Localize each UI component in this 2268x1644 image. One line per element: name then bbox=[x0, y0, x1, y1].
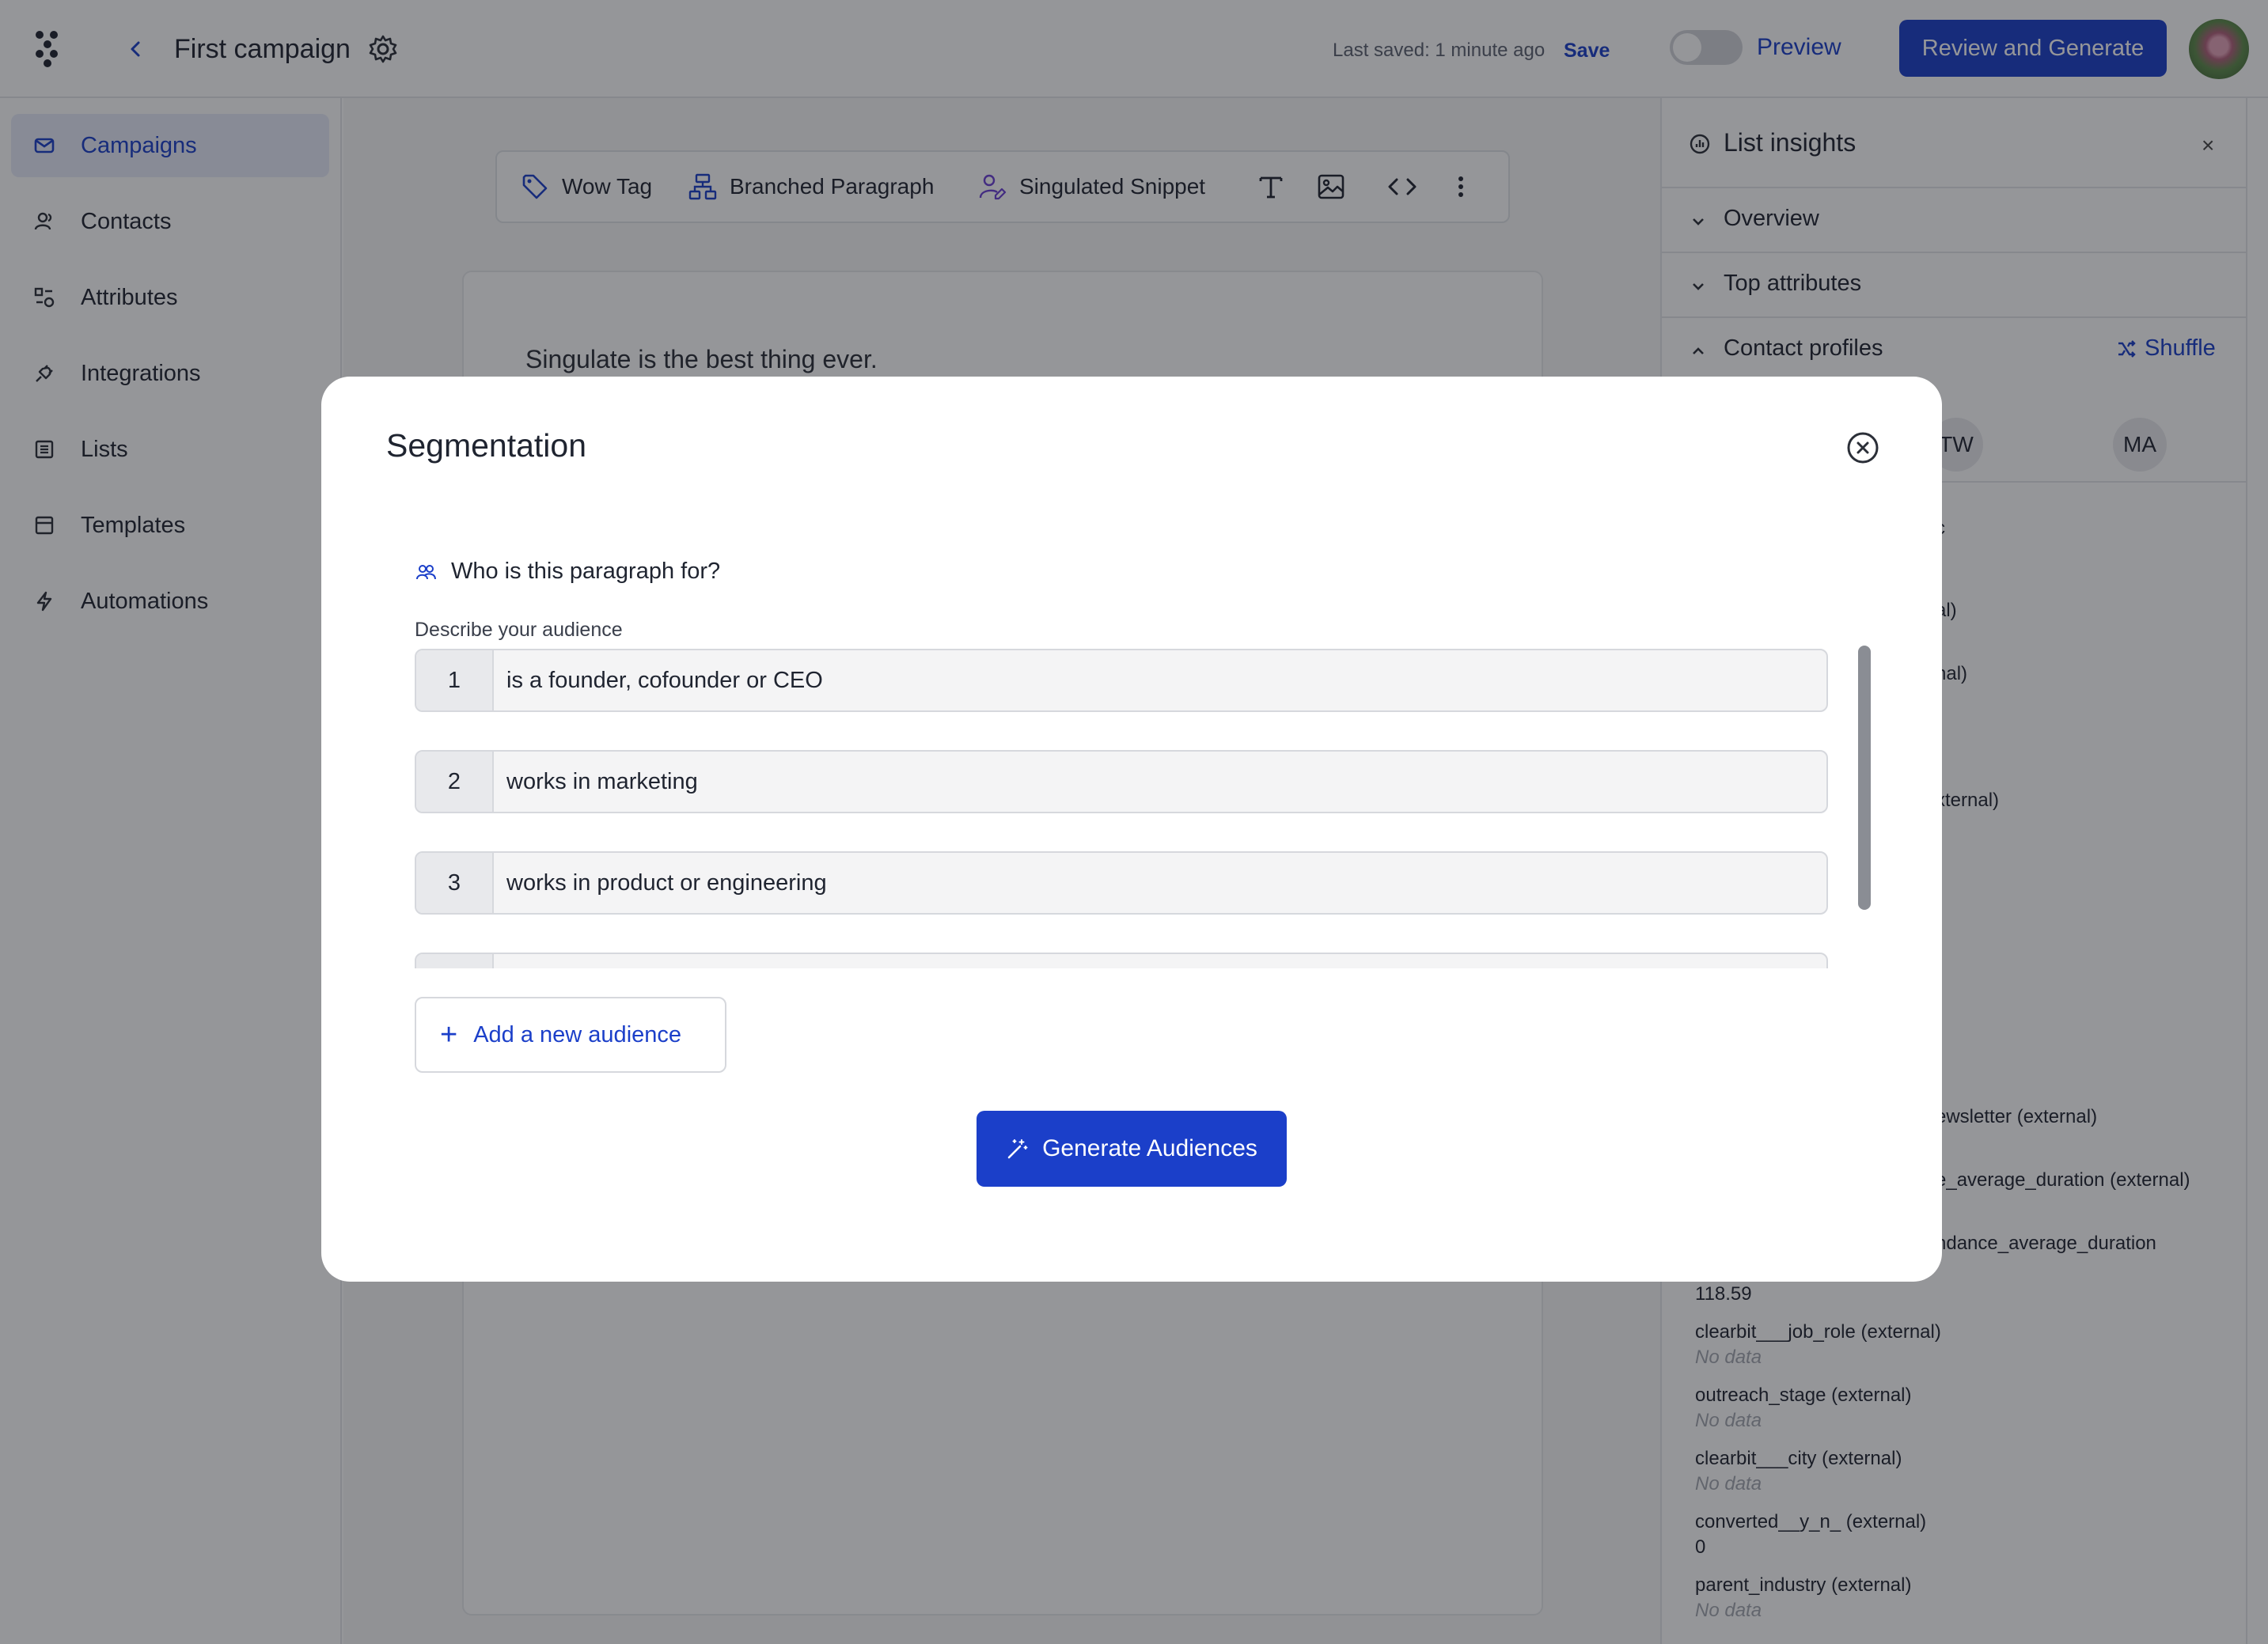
segmentation-modal: Segmentation Who is this paragraph for? … bbox=[321, 377, 1942, 1282]
audience-list: 1 is a founder, cofounder or CEO 2 works… bbox=[415, 649, 1828, 968]
generate-audiences-label: Generate Audiences bbox=[1042, 1135, 1257, 1161]
audience-list-scrollbar[interactable] bbox=[1858, 646, 1871, 910]
audience-text[interactable]: works in product or engineering bbox=[506, 870, 827, 896]
generate-audiences-button[interactable]: Generate Audiences bbox=[977, 1111, 1287, 1187]
magic-wand-icon bbox=[1007, 1139, 1028, 1159]
audience-number: 3 bbox=[416, 853, 494, 913]
audience-row[interactable]: 3 works in product or engineering bbox=[415, 851, 1828, 915]
audience-number: 1 bbox=[416, 650, 494, 710]
describe-audience-label: Describe your audience bbox=[415, 619, 623, 641]
audience-row[interactable]: 1 is a founder, cofounder or CEO bbox=[415, 649, 1828, 712]
audience-row[interactable] bbox=[415, 953, 1828, 968]
question-label: Who is this paragraph for? bbox=[451, 559, 721, 584]
audience-text[interactable]: works in marketing bbox=[506, 769, 698, 795]
add-audience-label: Add a new audience bbox=[473, 1021, 682, 1047]
users-icon bbox=[416, 564, 436, 579]
audience-text[interactable]: is a founder, cofounder or CEO bbox=[506, 668, 823, 694]
add-audience-button[interactable]: + Add a new audience bbox=[415, 997, 726, 1073]
audience-number: 2 bbox=[416, 752, 494, 812]
modal-title: Segmentation bbox=[386, 427, 587, 464]
audience-question: Who is this paragraph for? bbox=[415, 559, 720, 585]
audience-row[interactable]: 2 works in marketing bbox=[415, 750, 1828, 813]
close-icon[interactable] bbox=[1845, 430, 1880, 465]
plus-icon: + bbox=[440, 1018, 458, 1051]
audience-number bbox=[416, 954, 494, 968]
